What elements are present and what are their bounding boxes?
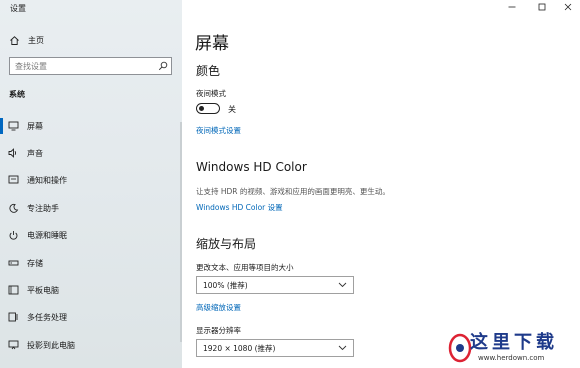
sidebar-item-power[interactable]: 电源和睡眠 [0,224,182,246]
watermark-url: www.herdown.com [478,354,545,362]
resolution-label: 显示器分辨率 [196,326,241,335]
sidebar-item-tablet[interactable]: 平板电脑 [0,279,182,301]
resolution-dropdown[interactable]: 1920 × 1080 (推荐) [196,339,354,357]
sidebar-section-title: 系统 [9,90,25,99]
night-mode-settings-link[interactable]: 夜间模式设置 [196,125,241,136]
sidebar-item-label: 专注助手 [27,203,59,213]
sidebar-item-label: 通知和操作 [27,175,67,185]
sidebar-item-label: 屏幕 [27,121,43,131]
advanced-scaling-link[interactable]: 高级缩放设置 [196,302,241,313]
search-input[interactable] [10,58,155,74]
sidebar-item-label: 平板电脑 [27,285,59,295]
monitor-icon [0,121,27,131]
sidebar: 设置 主页 系统 屏幕 声音 通知和操作 专注助手 [0,0,182,368]
sidebar-item-multitasking[interactable]: 多任务处理 [0,306,182,328]
minimize-icon [508,6,516,8]
maximize-icon [538,3,546,11]
back-arrow-icon[interactable] [0,1,8,15]
hd-color-settings-link[interactable]: Windows HD Color 设置 [196,202,283,213]
notification-icon [0,175,27,185]
power-icon [0,230,27,241]
chevron-down-icon [338,345,347,351]
chevron-down-icon [338,282,347,288]
sidebar-item-home[interactable]: 主页 [0,31,182,49]
sidebar-item-label: 存储 [27,258,43,268]
sidebar-item-label: 电源和睡眠 [27,230,67,240]
search-box[interactable] [9,57,172,75]
hd-color-heading: Windows HD Color [196,160,307,174]
sidebar-item-projection[interactable]: 投影到此电脑 [0,334,182,356]
maximize-button[interactable] [528,0,556,14]
text-size-value: 100% (推荐) [203,280,248,290]
minimize-button[interactable] [498,0,526,14]
color-heading: 颜色 [196,64,221,78]
sidebar-item-sound[interactable]: 声音 [0,142,182,164]
night-mode-label: 夜间模式 [196,89,226,98]
sidebar-item-display[interactable]: 屏幕 [0,115,182,137]
hd-color-description: 让支持 HDR 的视频、游戏和应用的画面更明亮、更生动。 [196,187,390,196]
watermark-text: 这里下载 [470,332,558,353]
sidebar-item-storage[interactable]: 存储 [0,252,182,274]
sidebar-item-label: 声音 [27,148,43,158]
projection-icon [0,340,27,350]
text-size-dropdown[interactable]: 100% (推荐) [196,276,354,294]
home-icon [0,35,28,46]
main-panel: 屏幕 颜色 夜间模式 关 夜间模式设置 Windows HD Color 让支持… [182,0,580,368]
close-button[interactable] [554,0,580,14]
active-indicator [0,118,3,134]
toggle-state-text: 关 [228,105,236,114]
sidebar-item-notifications[interactable]: 通知和操作 [0,169,182,191]
app-title: 设置 [10,4,26,13]
toggle-knob [199,105,204,111]
scale-layout-heading: 缩放与布局 [196,237,257,251]
sidebar-item-label: 多任务处理 [27,312,67,322]
sidebar-item-focus[interactable]: 专注助手 [0,197,182,219]
speaker-icon [0,148,27,158]
sidebar-home-label: 主页 [28,35,44,45]
moon-icon [0,203,27,214]
sidebar-item-label: 投影到此电脑 [27,340,75,350]
multitask-icon [0,312,27,322]
tablet-icon [0,285,27,295]
search-icon[interactable] [155,61,171,71]
page-title: 屏幕 [195,34,229,54]
storage-icon [0,258,27,268]
night-mode-toggle[interactable] [196,103,220,114]
text-size-label: 更改文本、应用等项目的大小 [196,263,294,272]
close-icon [564,3,572,11]
resolution-value: 1920 × 1080 (推荐) [203,343,276,353]
